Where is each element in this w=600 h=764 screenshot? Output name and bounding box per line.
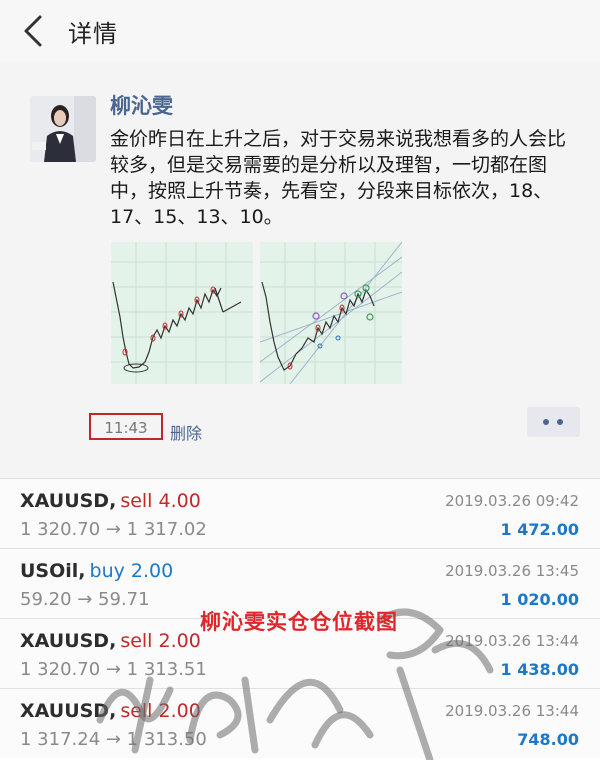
post-time: 11:43 <box>104 419 148 437</box>
trade-symbol-line: XAUUSD, sell 2.00 <box>20 700 201 722</box>
more-button[interactable] <box>527 407 580 437</box>
trade-profit: 748.00 <box>517 730 579 749</box>
trade-symbol: XAUUSD <box>20 630 110 652</box>
trade-prices: 1 317.24 → 1 313.50 <box>20 729 207 750</box>
trade-date: 2019.03.26 09:42 <box>445 492 579 510</box>
trade-prices: 59.20 → 59.71 <box>20 589 150 610</box>
back-button[interactable] <box>14 11 54 51</box>
trade-prices: 1 320.70 → 1 317.02 <box>20 519 207 540</box>
trade-symbol-line: USOil, buy 2.00 <box>20 560 174 582</box>
chart-thumbnail-2 <box>260 242 402 384</box>
avatar-image <box>30 96 96 162</box>
avatar[interactable] <box>30 96 96 162</box>
delete-link[interactable]: 删除 <box>170 420 202 444</box>
post-card: 柳沁雯 金价昨日在上升之后，对于交易来说我想看多的人会比较多，但是交易需要的是分… <box>0 62 600 462</box>
trade-profit: 1 438.00 <box>500 660 579 679</box>
trade-date: 2019.03.26 13:44 <box>445 702 579 720</box>
trade-symbol: XAUUSD <box>20 700 110 722</box>
chart-thumbnail-1 <box>111 242 253 384</box>
page-title: 详情 <box>68 20 118 48</box>
trade-row[interactable]: XAUUSD, sell 2.00 1 317.24 → 1 313.50 201… <box>0 689 600 758</box>
trade-date: 2019.03.26 13:44 <box>445 632 579 650</box>
chart-image-2[interactable] <box>260 242 402 384</box>
trade-symbol: USOil <box>20 560 79 582</box>
more-dots-icon <box>543 419 549 425</box>
chart-image-1[interactable] <box>111 242 253 384</box>
trade-symbol: XAUUSD <box>20 490 110 512</box>
post-content: 金价昨日在上升之后，对于交易来说我想看多的人会比较多，但是交易需要的是分析以及理… <box>110 128 567 228</box>
trade-symbol-line: XAUUSD, sell 4.00 <box>20 490 201 512</box>
trade-date: 2019.03.26 13:45 <box>445 562 579 580</box>
caption-overlay: 柳沁雯实仓仓位截图 <box>200 610 398 634</box>
post-time-highlight: 11:43 <box>89 413 163 440</box>
trade-side: sell 4.00 <box>120 490 201 512</box>
trade-side: buy 2.00 <box>89 560 174 582</box>
trade-side: sell 2.00 <box>120 630 201 652</box>
chevron-left-icon <box>24 15 42 47</box>
top-bar: 详情 <box>0 0 600 63</box>
trade-profit: 1 472.00 <box>500 520 579 539</box>
trade-side: sell 2.00 <box>120 700 201 722</box>
more-dots-icon <box>557 419 563 425</box>
trade-row[interactable]: XAUUSD, sell 4.00 1 320.70 → 1 317.02 201… <box>0 479 600 549</box>
trade-prices: 1 320.70 → 1 313.51 <box>20 659 207 680</box>
trade-symbol-line: XAUUSD, sell 2.00 <box>20 630 201 652</box>
trade-profit: 1 020.00 <box>500 590 579 609</box>
author-name[interactable]: 柳沁雯 <box>110 90 173 120</box>
